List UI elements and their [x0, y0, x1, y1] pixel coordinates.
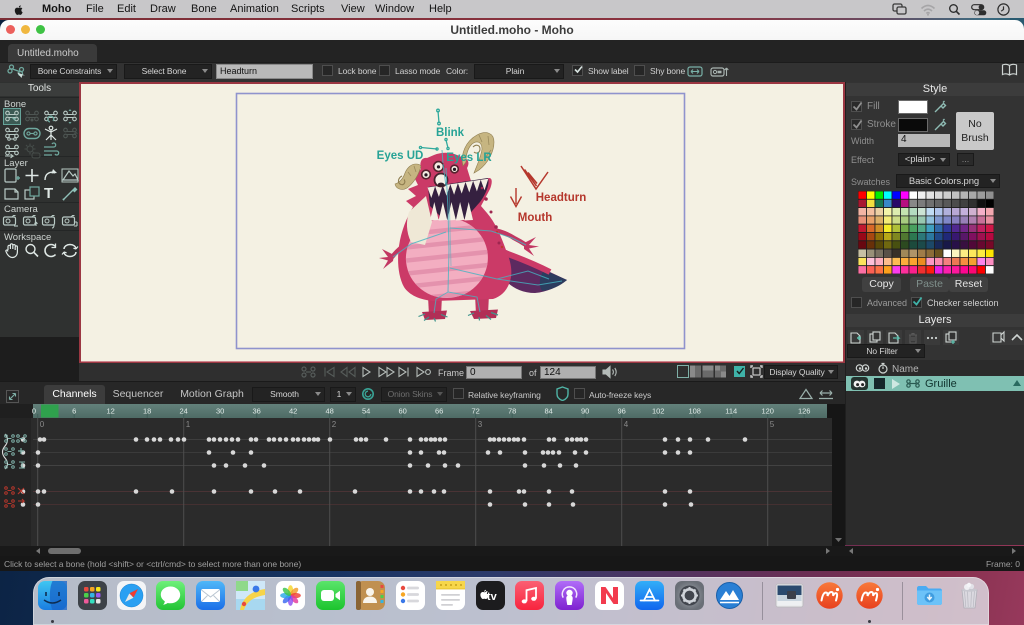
- svg-text:60: 60: [399, 407, 407, 416]
- svg-text:Eyes LR: Eyes LR: [446, 152, 492, 164]
- svg-text:102: 102: [652, 407, 665, 416]
- svg-text:96: 96: [618, 407, 626, 416]
- svg-text:2: 2: [332, 420, 337, 429]
- svg-text:5: 5: [770, 420, 775, 429]
- svg-text:30: 30: [216, 407, 224, 416]
- svg-text:120: 120: [761, 407, 774, 416]
- svg-text:108: 108: [688, 407, 701, 416]
- svg-text:Blink: Blink: [436, 127, 465, 139]
- svg-text:0: 0: [40, 420, 45, 429]
- svg-text:18: 18: [143, 407, 151, 416]
- svg-text:54: 54: [362, 407, 370, 416]
- svg-text:Mouth: Mouth: [518, 212, 552, 224]
- svg-text:3: 3: [478, 420, 483, 429]
- svg-text:12: 12: [107, 407, 115, 416]
- svg-text:24: 24: [180, 407, 188, 416]
- svg-text:90: 90: [581, 407, 589, 416]
- svg-text:36: 36: [253, 407, 261, 416]
- svg-text:78: 78: [508, 407, 516, 416]
- svg-text:4: 4: [624, 420, 629, 429]
- svg-text:Headturn: Headturn: [536, 192, 586, 204]
- svg-text:72: 72: [472, 407, 480, 416]
- svg-text:48: 48: [326, 407, 334, 416]
- svg-text:Eyes UD: Eyes UD: [377, 150, 424, 162]
- svg-text:66: 66: [435, 407, 443, 416]
- svg-text:114: 114: [725, 407, 737, 416]
- svg-text:1: 1: [186, 420, 191, 429]
- svg-text:42: 42: [289, 407, 297, 416]
- svg-text:0: 0: [32, 407, 36, 416]
- svg-text:tv: tv: [486, 591, 497, 603]
- svg-text:6: 6: [72, 407, 76, 416]
- svg-text:84: 84: [545, 407, 553, 416]
- svg-text:126: 126: [798, 407, 811, 416]
